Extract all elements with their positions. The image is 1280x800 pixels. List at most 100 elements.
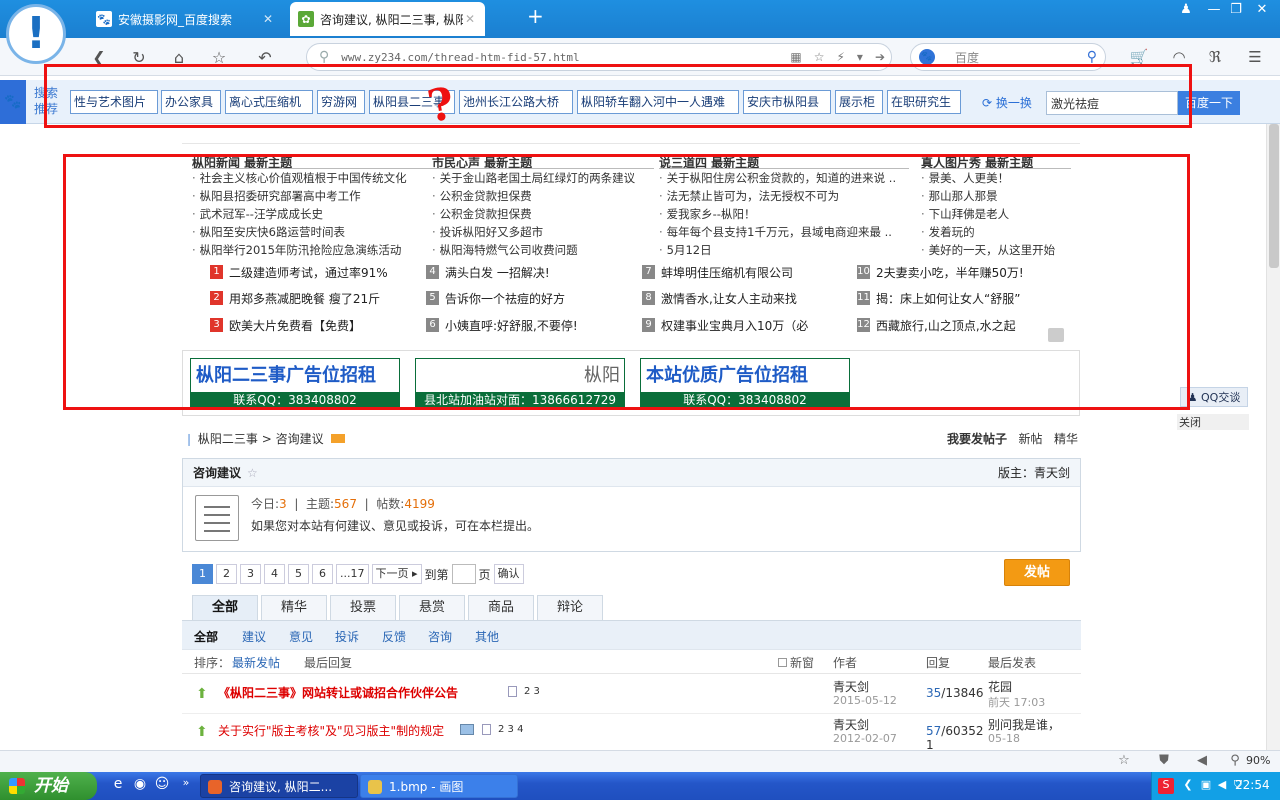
page-link[interactable]: 3 [240, 564, 261, 584]
sogou-input-icon[interactable]: S [1158, 778, 1174, 794]
skin-icon[interactable]: ♟ [1174, 2, 1198, 17]
subcat-other[interactable]: 其他 [475, 628, 499, 645]
minimize-icon[interactable]: — [1202, 2, 1226, 17]
table-row: ⬆ 关于实行"版主考核"及"见习版主"制的规定 2 3 4 青天剑 2012-0… [182, 714, 1081, 750]
subcat-complaint[interactable]: 投诉 [335, 628, 359, 645]
author-header: 作者 [833, 656, 858, 670]
tray-back-icon[interactable]: ❮ [1180, 778, 1196, 794]
view-count: /60352 [941, 724, 984, 738]
tab-reward[interactable]: 悬赏 [399, 595, 465, 620]
baidu-paw-icon: 🐾 [96, 11, 112, 27]
menu-icon[interactable]: ☰ [1244, 46, 1266, 68]
replies-header: 回复 [926, 656, 951, 670]
view-count-wrap: 1 [926, 738, 934, 750]
favorite-star-icon[interactable]: ☆ [247, 466, 258, 480]
close-tab-icon[interactable]: ✕ [463, 12, 477, 26]
sort-newest[interactable]: 最新发帖 [232, 654, 280, 671]
subcat-opinion[interactable]: 意见 [289, 628, 313, 645]
close-tab-icon[interactable]: ✕ [261, 12, 275, 26]
new-post-button[interactable]: 发帖 [1004, 559, 1070, 586]
rss-icon[interactable] [331, 434, 346, 443]
vertical-scrollbar[interactable] [1266, 124, 1280, 750]
speed-mode-icon[interactable]: ⚡ [836, 50, 844, 64]
tab-baidu-search[interactable]: 🐾 安徽摄影网_百度搜索 ✕ [88, 2, 283, 36]
confirm-button[interactable]: 确认 [493, 564, 524, 584]
chat-icon[interactable]: ☺ [152, 776, 172, 796]
zoom-icon[interactable]: ⚲ [1226, 753, 1244, 771]
page-link[interactable]: 6 [312, 564, 333, 584]
start-button[interactable]: 开始 [0, 772, 97, 800]
maximize-icon[interactable]: ❐ [1224, 2, 1248, 17]
zoom-level[interactable]: 90% [1246, 754, 1270, 767]
task-paint[interactable]: 1.bmp - 画图 [360, 774, 518, 798]
digest-link[interactable]: 精华 [1054, 432, 1078, 446]
thread-title[interactable]: 《枞阳二三事》网站转让或诚招合作伙伴公告 [218, 684, 458, 701]
browser-logo[interactable]: ! [6, 4, 66, 64]
volume-icon[interactable]: ◀ [1193, 753, 1211, 771]
thread-pages[interactable]: 2 3 [524, 686, 540, 697]
multi-page-icon [482, 724, 491, 735]
qq-chat-button[interactable]: ♟ QQ交谈 [1180, 387, 1248, 407]
reply-count[interactable]: 57 [926, 724, 941, 738]
tab-goods[interactable]: 商品 [468, 595, 534, 620]
goto-page-input[interactable] [451, 564, 476, 584]
network-icon[interactable]: ▣ [1198, 778, 1214, 794]
scrollbar-thumb[interactable] [1269, 124, 1279, 268]
tab-vote[interactable]: 投票 [330, 595, 396, 620]
moderator[interactable]: 版主：青天剑 [998, 459, 1070, 487]
thread-author[interactable]: 青天剑 [833, 716, 869, 733]
thread-pages[interactable]: 2 3 4 [498, 724, 523, 735]
board-info: 今日:3 | 主题:567 | 帖数:4199 如果您对本站有何建议、意见或投诉… [183, 487, 1080, 551]
ie-icon[interactable]: e [108, 776, 128, 796]
baidu-paw-icon: 🐾 [919, 49, 935, 65]
breadcrumb-actions: 我要发帖子 新帖 精华 [947, 430, 1078, 447]
sort-last-reply[interactable]: 最后回复 [304, 654, 352, 671]
thread-title[interactable]: 关于实行"版主考核"及"见习版主"制的规定 [218, 722, 444, 739]
breadcrumb-current[interactable]: 咨询建议 [276, 432, 324, 446]
page-link[interactable]: 2 [216, 564, 237, 584]
site-info-icon[interactable]: ⚲ [319, 49, 329, 65]
subcat-suggest[interactable]: 建议 [242, 628, 266, 645]
post-thread-link[interactable]: 我要发帖子 [947, 432, 1007, 446]
browser-status-bar: ☆ ⛊ ◀ ⚲ 90% [0, 750, 1280, 772]
page-link[interactable]: 4 [264, 564, 285, 584]
tray-speaker-icon[interactable]: ◀ [1214, 778, 1230, 794]
last-poster[interactable]: 花园 [988, 678, 1012, 695]
dropdown-chevron-icon[interactable]: ▾ [857, 50, 863, 64]
breadcrumb-home[interactable]: 枞阳二三事 [198, 432, 258, 446]
last-poster[interactable]: 别问我是谁， [988, 716, 1060, 733]
annotation-rect [63, 154, 1190, 410]
page-link[interactable]: 1 [192, 564, 213, 584]
theme-icon[interactable]: ☆ [1115, 753, 1133, 771]
thread-author[interactable]: 青天剑 [833, 678, 869, 695]
task-browser[interactable]: 咨询建议, 枞阳二... [200, 774, 358, 798]
subcat-feedback[interactable]: 反馈 [382, 628, 406, 645]
bookmark-star-icon[interactable]: ☆ [814, 50, 825, 64]
reply-count[interactable]: 35 [926, 686, 941, 700]
new-posts-link[interactable]: 新帖 [1019, 432, 1043, 446]
page-link[interactable]: ...17 [336, 564, 369, 584]
shield-icon[interactable]: ⛊ [1155, 753, 1173, 771]
subcat-all[interactable]: 全部 [194, 628, 218, 645]
tab-forum[interactable]: ✿ 咨询建议, 枞阳二三事, 枞阳 ✕ [290, 2, 485, 36]
qq-close-button[interactable]: 关闭 [1177, 414, 1249, 430]
today-count: 3 [279, 497, 287, 511]
tab-digest[interactable]: 精华 [261, 595, 327, 620]
qrcode-icon[interactable]: ▦ [790, 50, 801, 64]
next-page-button[interactable]: 下一页 ▸ [371, 564, 422, 584]
tab-all[interactable]: 全部 [192, 595, 258, 620]
security-icon[interactable]: ℜ [1204, 46, 1226, 68]
tab-debate[interactable]: 辩论 [537, 595, 603, 620]
new-window-checkbox[interactable] [778, 658, 787, 667]
view-count: /13846 [941, 686, 984, 700]
go-arrow-icon[interactable]: ➔ [875, 50, 885, 64]
subcat-consult[interactable]: 咨询 [428, 628, 452, 645]
search-icon[interactable]: ⚲ [1087, 49, 1097, 65]
page-link[interactable]: 5 [288, 564, 309, 584]
new-tab-icon[interactable]: + [527, 4, 544, 28]
sticky-arrow-icon: ⬆ [196, 686, 208, 702]
posts-label: 帖数: [376, 497, 405, 511]
explorer-icon[interactable]: ◉ [130, 776, 150, 796]
quicklaunch-expand-icon[interactable]: » [176, 776, 196, 796]
close-window-icon[interactable]: ✕ [1250, 2, 1274, 17]
